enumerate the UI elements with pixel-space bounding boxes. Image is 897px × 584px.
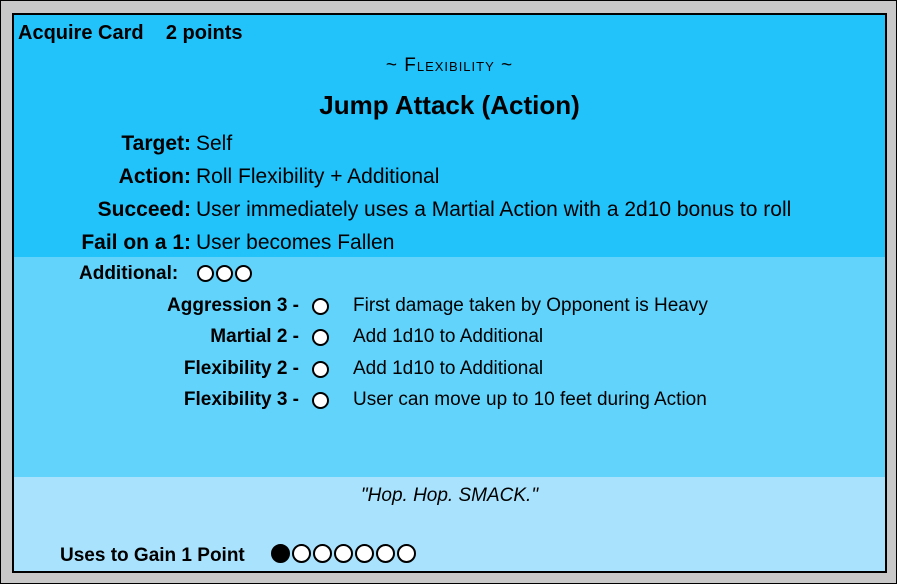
additional-circles xyxy=(197,265,252,282)
option-label: Flexibility 3 - xyxy=(183,389,299,410)
additional-label: Additional: xyxy=(79,263,179,284)
stat-label: Action: xyxy=(118,165,191,188)
option-text: Add 1d10 to Additional xyxy=(353,326,544,347)
stat-label: Fail on a 1: xyxy=(81,231,191,254)
option-checkbox[interactable] xyxy=(312,298,329,315)
option-row: Flexibility 3 - User can move up to 10 f… xyxy=(14,389,885,415)
stat-value: Roll Flexibility + Additional xyxy=(196,165,440,188)
stat-value: User immediately uses a Martial Action w… xyxy=(196,198,792,221)
uses-circle[interactable] xyxy=(334,544,353,563)
card-category: ~ Flexibility ~ xyxy=(385,55,514,76)
additional-circle[interactable] xyxy=(216,265,233,282)
additional-circle[interactable] xyxy=(235,265,252,282)
option-row: Aggression 3 - First damage taken by Opp… xyxy=(14,295,885,321)
option-text: Add 1d10 to Additional xyxy=(353,358,544,379)
stat-label: Target: xyxy=(121,132,191,155)
uses-tracker xyxy=(271,544,416,563)
uses-circle[interactable] xyxy=(292,544,311,563)
action-card: Acquire Card 2 points ~ Flexibility ~ Ju… xyxy=(12,13,887,573)
uses-circle[interactable] xyxy=(397,544,416,563)
additional-circle[interactable] xyxy=(197,265,214,282)
option-checkbox[interactable] xyxy=(312,329,329,346)
option-row: Martial 2 - Add 1d10 to Additional xyxy=(14,326,885,352)
uses-circle[interactable] xyxy=(271,544,290,563)
acquire-label: Acquire Card xyxy=(18,22,144,44)
option-label: Flexibility 2 - xyxy=(183,358,299,379)
stat-label: Succeed: xyxy=(97,198,191,221)
stat-value: User becomes Fallen xyxy=(196,231,395,254)
option-row: Flexibility 2 - Add 1d10 to Additional xyxy=(14,358,885,384)
card-frame: Acquire Card 2 points ~ Flexibility ~ Ju… xyxy=(0,0,897,584)
uses-label: Uses to Gain 1 Point xyxy=(60,545,245,566)
uses-circle[interactable] xyxy=(313,544,332,563)
stat-value: Self xyxy=(196,132,233,155)
card-title: Jump Attack (Action) xyxy=(319,90,580,120)
flavor-quote: "Hop. Hop. SMACK." xyxy=(360,485,539,506)
option-text: First damage taken by Opponent is Heavy xyxy=(353,295,708,316)
acquire-points: 2 points xyxy=(165,22,243,44)
uses-circle[interactable] xyxy=(376,544,395,563)
option-label: Aggression 3 - xyxy=(167,295,299,316)
option-text: User can move up to 10 feet during Actio… xyxy=(353,389,707,410)
uses-circle[interactable] xyxy=(355,544,374,563)
option-checkbox[interactable] xyxy=(312,392,329,409)
option-label: Martial 2 - xyxy=(210,326,299,347)
acquire-cost: Acquire Card 2 points xyxy=(18,22,243,45)
option-checkbox[interactable] xyxy=(312,361,329,378)
